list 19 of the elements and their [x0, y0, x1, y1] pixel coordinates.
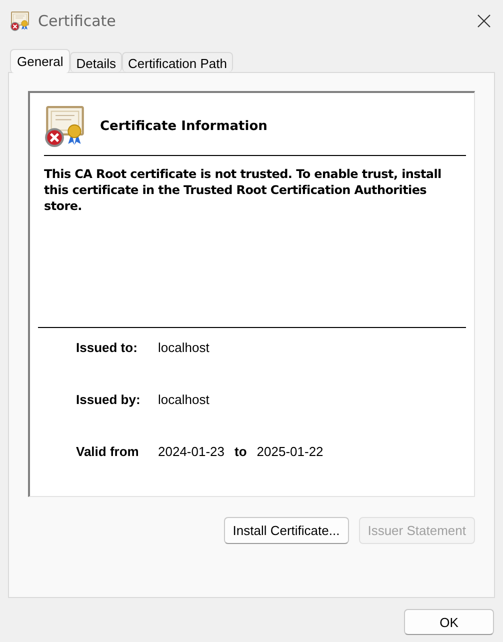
field-value: 2024-01-23	[158, 444, 224, 460]
tab[interactable]: Details	[70, 52, 122, 72]
window-title: Certificate	[38, 12, 117, 30]
trust-message: This CA Root certificate is not trusted. To enable trust, install this certificate in the Trusted Root Certification Authorities store.	[44, 166, 442, 214]
tab[interactable]: General	[10, 49, 70, 73]
tab[interactable]: Certification Path	[122, 52, 233, 72]
action-button[interactable]: Install Certificate...	[224, 517, 349, 544]
field-value: 2025-01-22	[256, 444, 324, 460]
certificate-icon	[10, 11, 30, 31]
field-label: Valid from	[76, 444, 140, 460]
field-label: Issued by:	[76, 392, 142, 408]
section-heading: Certificate Information	[100, 118, 268, 134]
certificate-icon	[44, 105, 86, 147]
field-value: localhost	[158, 340, 210, 356]
field-label: Issued to:	[76, 340, 138, 356]
field-value: localhost	[158, 392, 210, 408]
ok-button[interactable]: OK	[404, 609, 494, 635]
close-icon[interactable]	[477, 14, 491, 28]
field-label: to	[234, 444, 247, 460]
